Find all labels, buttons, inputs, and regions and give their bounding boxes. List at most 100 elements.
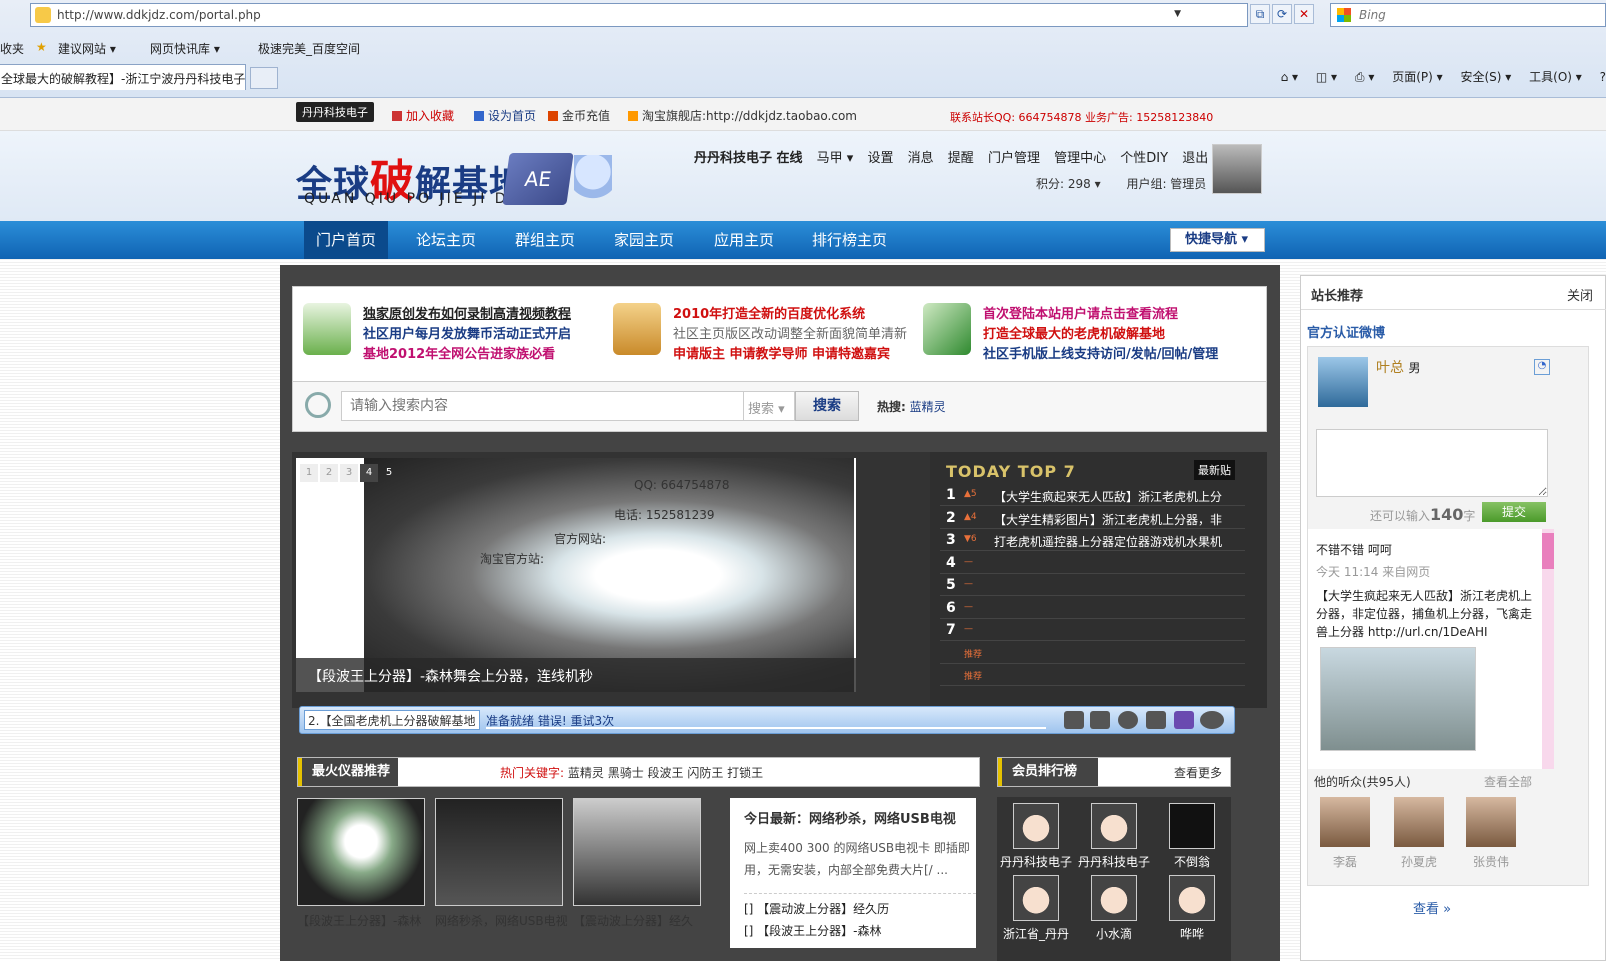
announce-link[interactable]: 社区主页版区改动调整全新面貌简单清新 — [673, 323, 907, 342]
announce-link[interactable]: 独家原创发布如何录制高清视频教程 — [363, 303, 571, 322]
portal-admin-link[interactable]: 门户管理 — [988, 151, 1040, 166]
nav-forum[interactable]: 论坛主页 — [404, 221, 488, 259]
product-image[interactable] — [573, 798, 701, 906]
search-input[interactable] — [341, 391, 744, 421]
diy-link[interactable]: 个性DIY — [1120, 151, 1168, 166]
announce-apply-links[interactable]: 申请版主 申请教学导师 申请特邀嘉宾 — [673, 343, 890, 362]
print-icon[interactable]: ⎙ ▾ — [1355, 70, 1374, 84]
product-image[interactable] — [435, 798, 563, 906]
product-caption[interactable]: 【震动波上分器】经久 — [573, 912, 705, 929]
compat-view-icon[interactable]: ⧉ — [1250, 4, 1270, 24]
product-caption[interactable]: 【段波王上分器】-森林 — [297, 912, 429, 929]
nav-ranking[interactable]: 排行榜主页 — [800, 221, 899, 259]
top7-row[interactable]: 6— — [940, 597, 1245, 619]
set-home-link[interactable]: 设为首页 — [474, 107, 536, 124]
top7-row[interactable]: 2 ▲4 【大学生精彩图片】浙江老虎机上分器，非 — [940, 507, 1245, 529]
view-all-followers[interactable]: 查看全部 — [1484, 773, 1532, 790]
prev-button[interactable] — [1090, 711, 1110, 729]
member-item[interactable]: 丹丹科技电子 — [1075, 803, 1153, 870]
home-icon[interactable]: ⌂ ▾ — [1281, 70, 1298, 84]
slide-caption[interactable]: 【段波王上分器】-森林舞会上分器，连线机秒 — [296, 658, 856, 692]
product-image[interactable] — [297, 798, 425, 906]
member-item[interactable]: 哗哗 — [1153, 875, 1231, 942]
nav-portal-home[interactable]: 门户首页 — [304, 221, 389, 259]
top7-title-link[interactable]: 【大学生精彩图片】浙江老虎机上分器，非 — [994, 511, 1222, 528]
next-button[interactable] — [1146, 711, 1166, 729]
announce-link[interactable]: 打造全球最大的老虎机破解基地 — [983, 323, 1165, 342]
nav-home[interactable]: 家园主页 — [602, 221, 686, 259]
slide-image[interactable]: QQ: 664754878 电话: 152581239 官方网站: 淘宝官方站: — [364, 458, 854, 692]
search-type-select[interactable]: 搜索 ▾ — [744, 391, 795, 421]
top7-row[interactable]: 推荐 — [940, 664, 1245, 686]
news-title[interactable]: 今日最新：网络秒杀，网络USB电视 — [744, 808, 976, 827]
points-menu[interactable]: 积分: 298 ▾ — [1036, 177, 1101, 191]
scroll-thumb[interactable] — [1542, 533, 1554, 569]
browser-tab[interactable]: 全球最大的破解教程】-浙江宁波丹丹科技电子|... — [0, 64, 246, 90]
user-online[interactable]: 丹丹科技电子 在线 — [694, 151, 803, 166]
close-button[interactable]: 关闭 — [1567, 285, 1593, 304]
help-icon[interactable]: ? — [1600, 70, 1606, 84]
stop-icon[interactable]: ✕ — [1294, 4, 1314, 24]
weibo-logo-icon[interactable]: ◔ — [1534, 359, 1550, 375]
search-button[interactable]: 搜索 — [795, 391, 859, 421]
nav-groups[interactable]: 群组主页 — [503, 221, 587, 259]
weibo-name[interactable]: 叶总 男 — [1376, 357, 1420, 377]
announce-link[interactable]: 社区手机版上线支持访问/发帖/回帖/管理 — [983, 343, 1218, 362]
slide-show[interactable]: QQ: 664754878 电话: 152581239 官方网站: 淘宝官方站:… — [296, 458, 856, 692]
admin-center-link[interactable]: 管理中心 — [1054, 151, 1106, 166]
slide-dot[interactable]: 2 — [320, 464, 338, 482]
news-item[interactable]: [] 【震动波上分器】经久历 — [744, 893, 976, 920]
follower-item[interactable]: 张贵伟 — [1458, 797, 1524, 870]
feeds-icon[interactable]: ◫ ▾ — [1316, 70, 1337, 84]
fav-item-suggested[interactable]: 建议网站 ▾ — [58, 40, 116, 57]
slide-dot[interactable]: 3 — [340, 464, 358, 482]
member-item[interactable]: 不倒翁 — [1153, 803, 1231, 870]
gold-recharge-link[interactable]: 金币充值 — [548, 107, 610, 124]
latest-posts-button[interactable]: 最新贴 — [1194, 460, 1235, 480]
keyword-links[interactable]: 蓝精灵 黑骑士 段波王 闪防王 打锁王 — [568, 766, 763, 780]
favorites-label[interactable]: 收夹 — [0, 40, 24, 57]
top7-row[interactable]: 5— — [940, 574, 1245, 596]
messages-link[interactable]: 消息 — [908, 151, 934, 166]
stop-button[interactable] — [1064, 711, 1084, 729]
follower-item[interactable]: 孙夏虎 — [1386, 797, 1452, 870]
add-favorite-link[interactable]: 加入收藏 — [392, 107, 454, 124]
refresh-icon[interactable]: ⟳ — [1272, 4, 1292, 24]
view-more-link[interactable]: 查看更多 — [1174, 764, 1222, 781]
alt-account-menu[interactable]: 马甲 ▾ — [817, 151, 854, 166]
site-logo[interactable]: 全球破解基地 QUAN QIU PO JIE JI DI AE — [296, 141, 616, 213]
url-dropdown-icon[interactable]: ▼ — [1174, 9, 1181, 19]
announce-link[interactable]: 2010年打造全新的百度优化系统 — [673, 303, 865, 322]
progress-track[interactable] — [486, 727, 1046, 729]
settings-link[interactable]: 设置 — [867, 151, 893, 166]
new-tab-button[interactable] — [250, 67, 278, 89]
safety-menu[interactable]: 安全(S) ▾ — [1460, 70, 1511, 84]
member-item[interactable]: 小水滴 — [1075, 875, 1153, 942]
volume-button[interactable] — [1174, 711, 1194, 729]
top7-row[interactable]: 4— — [940, 552, 1245, 574]
logout-link[interactable]: 退出 — [1182, 151, 1208, 166]
top7-row[interactable]: 1 ▲5 【大学生疯起来无人匹敌】浙江老虎机上分 — [940, 484, 1245, 506]
slide-dot[interactable]: 4 — [360, 464, 378, 482]
top7-title-link[interactable]: 打老虎机遥控器上分器定位器游戏机水果机 — [994, 533, 1222, 550]
nav-apps[interactable]: 应用主页 — [702, 221, 786, 259]
top7-title-link[interactable]: 【大学生疯起来无人匹敌】浙江老虎机上分 — [994, 488, 1222, 505]
tools-menu[interactable]: 工具(O) ▾ — [1529, 70, 1582, 84]
bing-search[interactable]: Bing — [1330, 3, 1606, 27]
favorites-star-icon[interactable]: ★ — [36, 40, 47, 54]
post-image[interactable] — [1320, 647, 1476, 751]
weibo-input[interactable] — [1316, 429, 1548, 497]
weibo-label[interactable]: 官方认证微博 — [1307, 322, 1385, 341]
top7-row[interactable]: 3 ▼6 打老虎机遥控器上分器定位器游戏机水果机 — [940, 529, 1245, 551]
see-more-link[interactable]: 查看 » — [1413, 898, 1451, 917]
slide-dot[interactable]: 5 — [380, 464, 398, 482]
fav-item-baidu[interactable]: 极速完美_百度空间 — [258, 40, 360, 57]
post-body[interactable]: 【大学生疯起来无人匹敌】浙江老虎机上分器，非定位器，捕鱼机上分器，飞禽走兽上分器… — [1316, 587, 1538, 641]
announce-link[interactable]: 基地2012年全网公告进家族必看 — [363, 343, 555, 362]
taobao-link[interactable]: 淘宝旗舰店:http://ddkjdz.taobao.com — [628, 107, 857, 124]
track-title[interactable]: 2.【全国老虎机上分器破解基地 — [304, 710, 480, 730]
quick-nav-button[interactable]: 快捷导航 ▾ — [1170, 228, 1265, 252]
product-caption[interactable]: 网络秒杀，网络USB电视 — [435, 912, 567, 929]
member-item[interactable]: 丹丹科技电子 — [997, 803, 1075, 870]
announce-link[interactable]: 首次登陆本站用户请点击查看流程 — [983, 303, 1178, 322]
